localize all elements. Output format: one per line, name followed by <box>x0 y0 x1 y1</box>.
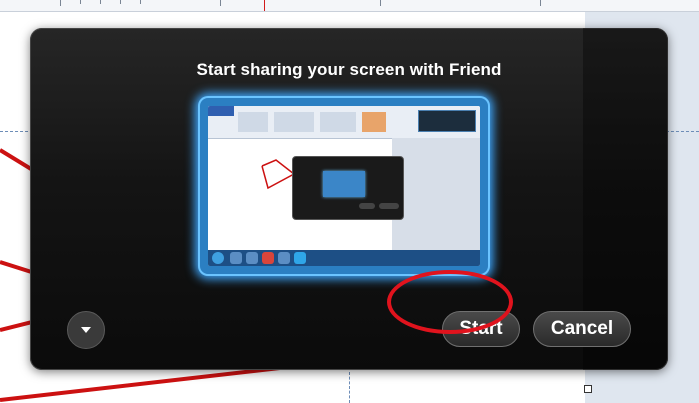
preview-start-btn <box>359 203 375 209</box>
preview-taskbar-icon <box>262 252 274 264</box>
screen-share-dialog: Start sharing your screen with Friend St… <box>30 28 668 370</box>
start-button[interactable]: Start <box>442 311 520 347</box>
chevron-down-icon <box>81 327 91 333</box>
screen-preview-image <box>208 106 480 266</box>
preview-taskbar <box>208 250 480 266</box>
preview-taskbar-icon <box>246 252 258 264</box>
screen-preview <box>198 96 490 276</box>
preview-share-thumb <box>323 171 365 197</box>
preview-share-dialog <box>292 156 404 220</box>
dialog-title: Start sharing your screen with Friend <box>196 60 502 79</box>
preview-taskbar-icon <box>230 252 242 264</box>
options-dropdown-button[interactable] <box>67 311 105 349</box>
preview-cancel-btn <box>379 203 399 209</box>
cancel-button[interactable]: Cancel <box>533 311 631 347</box>
preview-start-orb <box>212 252 224 264</box>
preview-taskbar-icon <box>278 252 290 264</box>
preview-taskbar-icon <box>294 252 306 264</box>
